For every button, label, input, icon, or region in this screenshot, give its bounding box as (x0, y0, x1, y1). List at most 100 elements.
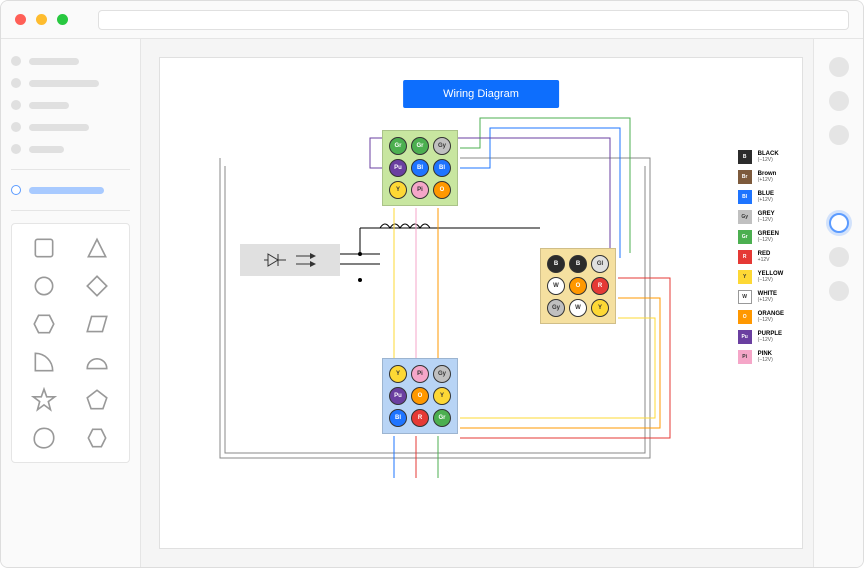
shape-diamond[interactable] (82, 272, 112, 300)
diode-symbol[interactable] (240, 244, 340, 276)
pin[interactable]: Gy (433, 365, 451, 383)
rail-button[interactable] (829, 57, 849, 77)
menu-item[interactable] (11, 97, 130, 113)
shape-hex2[interactable] (82, 424, 112, 452)
legend-label: YELLOW(−12V) (758, 271, 784, 283)
legend-item: Y YELLOW(−12V) (738, 270, 784, 284)
pin[interactable]: Bl (433, 159, 451, 177)
menu-item[interactable] (11, 119, 130, 135)
pin[interactable]: O (569, 277, 587, 295)
legend-label: RED+12V (758, 251, 771, 263)
pin[interactable]: Gy (433, 137, 451, 155)
shape-quarter[interactable] (29, 348, 59, 376)
pin[interactable]: Gr (411, 137, 429, 155)
right-rail (813, 39, 863, 567)
rail-button[interactable] (829, 91, 849, 111)
rail-button[interactable] (829, 125, 849, 145)
url-bar[interactable] (98, 10, 849, 30)
swatch-icon: Pi (738, 350, 752, 364)
app-body: Wiring Diagram (1, 39, 863, 567)
shape-triangle[interactable] (82, 234, 112, 262)
pin[interactable]: R (591, 277, 609, 295)
rail-button[interactable] (829, 281, 849, 301)
legend-label: ORANGE(−12V) (758, 311, 784, 323)
pin[interactable]: Gy (547, 299, 565, 317)
pin[interactable]: Pi (411, 365, 429, 383)
menu-item[interactable] (11, 141, 130, 157)
legend-label: GREEN(−12V) (758, 231, 779, 243)
legend-item: Pi PINK(−12V) (738, 350, 784, 364)
divider (11, 210, 130, 211)
canvas[interactable]: Wiring Diagram (159, 57, 803, 549)
diode-icon (264, 250, 288, 270)
legend-label: PURPLE(−12V) (758, 331, 782, 343)
shape-hexagon[interactable] (29, 310, 59, 338)
legend-item: Gr GREEN(−12V) (738, 230, 784, 244)
pin[interactable]: O (411, 387, 429, 405)
pin[interactable]: Y (433, 387, 451, 405)
maximize-icon[interactable] (57, 14, 68, 25)
pin[interactable]: Y (389, 181, 407, 199)
swatch-icon: Y (738, 270, 752, 284)
legend-item: B BLACK(−12V) (738, 150, 784, 164)
pin[interactable]: W (547, 277, 565, 295)
connector-yellow[interactable]: BBGlWORGyWY (540, 248, 616, 324)
shape-star[interactable] (29, 386, 59, 414)
pin[interactable]: B (547, 255, 565, 273)
shape-square[interactable] (29, 234, 59, 262)
shapes-panel (11, 223, 130, 463)
swatch-icon: W (738, 290, 752, 304)
legend: B BLACK(−12V) Br Brown(+12V) Bl BLUE(+12V)… (738, 150, 784, 364)
legend-label: WHITE(+12V) (758, 291, 777, 303)
rail-button[interactable] (829, 247, 849, 267)
arrow-icon (296, 252, 316, 268)
pin[interactable]: Gr (389, 137, 407, 155)
legend-item: Bl BLUE(+12V) (738, 190, 784, 204)
legend-item: O ORANGE(−12V) (738, 310, 784, 324)
pin[interactable]: Bl (411, 159, 429, 177)
shape-parallelogram[interactable] (82, 310, 112, 338)
menu-item[interactable] (11, 53, 130, 69)
menu-item-selected[interactable] (11, 182, 130, 198)
pin[interactable]: Pu (389, 387, 407, 405)
divider (11, 169, 130, 170)
diagram-title: Wiring Diagram (403, 80, 559, 108)
pin[interactable]: Gr (433, 409, 451, 427)
menu-item[interactable] (11, 75, 130, 91)
legend-item: Pu PURPLE(−12V) (738, 330, 784, 344)
swatch-icon: Bl (738, 190, 752, 204)
minimize-icon[interactable] (36, 14, 47, 25)
shape-blob[interactable] (29, 424, 59, 452)
shape-circle[interactable] (29, 272, 59, 300)
rail-button[interactable] (829, 213, 849, 233)
pin[interactable]: Gl (591, 255, 609, 273)
titlebar (1, 1, 863, 39)
swatch-icon: Br (738, 170, 752, 184)
pin[interactable]: O (433, 181, 451, 199)
swatch-icon: R (738, 250, 752, 264)
connector-blue[interactable]: YPiGy PuOY BlRGr (382, 358, 458, 434)
shape-semicircle[interactable] (82, 348, 112, 376)
legend-label: BLACK(−12V) (758, 151, 779, 163)
pin[interactable]: Y (591, 299, 609, 317)
canvas-wrap: Wiring Diagram (141, 39, 813, 567)
pin[interactable]: B (569, 255, 587, 273)
connector-green[interactable]: GrGrGyPuBlBlYPiO (382, 130, 458, 206)
pin[interactable]: W (569, 299, 587, 317)
legend-item: R RED+12V (738, 250, 784, 264)
legend-item: Br Brown(+12V) (738, 170, 784, 184)
legend-item: W WHITE(+12V) (738, 290, 784, 304)
close-icon[interactable] (15, 14, 26, 25)
pin[interactable]: Bl (389, 409, 407, 427)
legend-label: Brown(+12V) (758, 171, 777, 183)
legend-label: PINK(−12V) (758, 351, 773, 363)
pin[interactable]: Pi (411, 181, 429, 199)
swatch-icon: Gy (738, 210, 752, 224)
shape-pentagon[interactable] (82, 386, 112, 414)
swatch-icon: B (738, 150, 752, 164)
pin[interactable]: R (411, 409, 429, 427)
pin[interactable]: Pu (389, 159, 407, 177)
swatch-icon: O (738, 310, 752, 324)
wire-layer (160, 58, 802, 548)
pin[interactable]: Y (389, 365, 407, 383)
